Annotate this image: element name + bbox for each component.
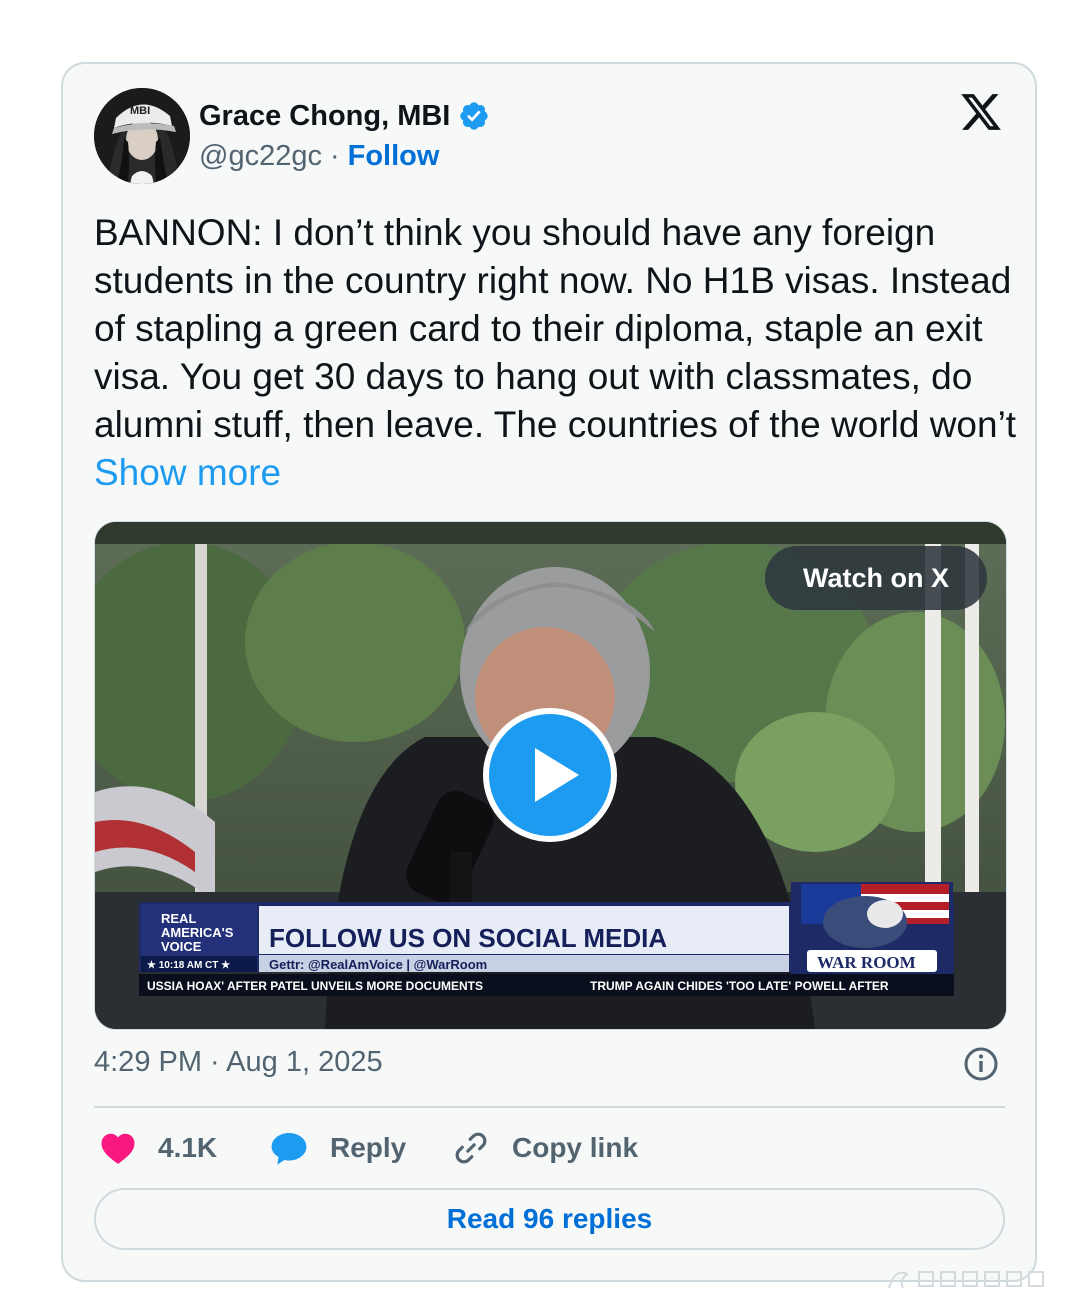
broadcast-subline: Gettr: @RealAmVoice | @WarRoom xyxy=(269,957,487,972)
verified-badge-icon xyxy=(460,102,489,130)
watermark-logo xyxy=(888,1271,1044,1289)
link-icon xyxy=(455,1132,487,1164)
heart-icon xyxy=(101,1133,135,1164)
follow-button[interactable]: Follow xyxy=(348,140,440,173)
like-action[interactable]: 4.1K xyxy=(100,1124,217,1172)
network-name-2: AMERICA'S xyxy=(161,925,234,940)
handle-row: @gc22gc · Follow xyxy=(199,140,439,173)
ticker-left: USSIA HOAX' AFTER PATEL UNVEILS MORE DOC… xyxy=(147,979,483,993)
author-name[interactable]: Grace Chong, MBI xyxy=(199,100,450,133)
play-button[interactable] xyxy=(483,708,617,842)
tweet-text: BANNON: I don’t think you should have an… xyxy=(94,209,1024,497)
show-logo: WAR ROOM xyxy=(817,953,916,972)
copy-link-action[interactable]: Copy link xyxy=(452,1124,638,1172)
watch-on-x-button[interactable]: Watch on X xyxy=(765,546,987,610)
avatar[interactable]: MBI xyxy=(94,88,190,184)
play-icon xyxy=(535,748,579,802)
read-replies-button[interactable]: Read 96 replies xyxy=(94,1188,1005,1250)
like-count: 4.1K xyxy=(158,1132,218,1163)
author-handle[interactable]: @gc22gc xyxy=(199,140,322,173)
reply-label: Reply xyxy=(330,1132,407,1163)
network-name-1: REAL xyxy=(161,911,196,926)
network-name-3: VOICE xyxy=(161,939,202,954)
avatar-cap-text: MBI xyxy=(130,105,150,117)
author-name-row: Grace Chong, MBI xyxy=(199,96,490,136)
info-icon[interactable] xyxy=(963,1046,999,1082)
ticker-right: TRUMP AGAIN CHIDES 'TOO LATE' POWELL AFT… xyxy=(590,979,889,993)
reply-action[interactable]: Reply xyxy=(270,1124,406,1172)
x-logo-icon[interactable] xyxy=(958,90,1004,134)
reply-bubble-icon xyxy=(271,1132,307,1165)
broadcast-headline: FOLLOW US ON SOCIAL MEDIA xyxy=(269,923,667,953)
broadcast-time: ★ 10:18 AM CT ★ xyxy=(147,960,230,971)
tweet-timestamp[interactable]: 4:29 PM · Aug 1, 2025 xyxy=(94,1046,383,1079)
tweet-body: BANNON: I don’t think you should have an… xyxy=(94,212,1017,445)
divider xyxy=(94,1106,1005,1108)
handle-separator: · xyxy=(329,140,340,172)
copy-link-label: Copy link xyxy=(512,1132,639,1163)
show-more-link[interactable]: Show more xyxy=(94,452,281,493)
